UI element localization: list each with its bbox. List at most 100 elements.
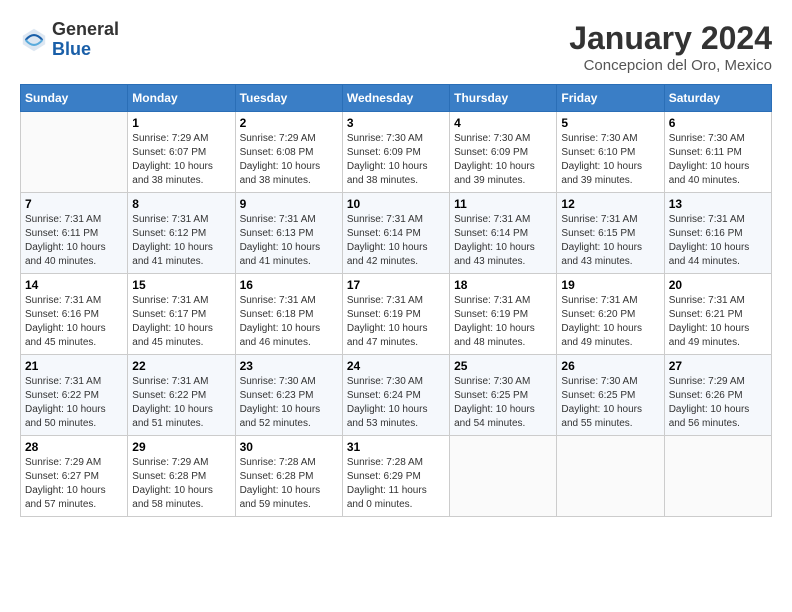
calendar-cell: 18 Sunrise: 7:31 AMSunset: 6:19 PMDayligh…: [450, 274, 557, 355]
calendar-cell: 9 Sunrise: 7:31 AMSunset: 6:13 PMDaylight…: [235, 193, 342, 274]
calendar-cell: [664, 436, 771, 517]
calendar-cell: 28 Sunrise: 7:29 AMSunset: 6:27 PMDayligh…: [21, 436, 128, 517]
calendar-cell: 23 Sunrise: 7:30 AMSunset: 6:23 PMDayligh…: [235, 355, 342, 436]
day-number: 5: [561, 116, 659, 130]
day-number: 8: [132, 197, 230, 211]
day-number: 15: [132, 278, 230, 292]
calendar-week-3: 14Sunrise: 7:31 AMSunset: 6:16 PMDayligh…: [21, 274, 772, 355]
day-info: Sunrise: 7:31 AMSunset: 6:14 PMDaylight:…: [454, 213, 552, 269]
calendar-cell: 21 Sunrise: 7:31 AMSunset: 6:22 PMDayligh…: [21, 355, 128, 436]
day-number: 4: [454, 116, 552, 130]
day-number: 2: [240, 116, 338, 130]
calendar-cell: 2Sunrise: 7:29 AMSunset: 6:08 PMDaylight…: [235, 112, 342, 193]
day-header-sunday: Sunday: [21, 85, 128, 112]
day-number: 9: [240, 197, 338, 211]
calendar-cell: 3Sunrise: 7:30 AMSunset: 6:09 PMDaylight…: [342, 112, 449, 193]
calendar-cell: [450, 436, 557, 517]
calendar-week-4: 21 Sunrise: 7:31 AMSunset: 6:22 PMDayligh…: [21, 355, 772, 436]
calendar-week-5: 28 Sunrise: 7:29 AMSunset: 6:27 PMDayligh…: [21, 436, 772, 517]
day-info: Sunrise: 7:31 AMSunset: 6:21 PMDaylight:…: [669, 294, 767, 350]
day-info: Sunrise: 7:29 AMSunset: 6:28 PMDaylight:…: [132, 456, 230, 512]
calendar-cell: 7 Sunrise: 7:31 AMSunset: 6:11 PMDaylight…: [21, 193, 128, 274]
day-info: Sunrise: 7:31 AMSunset: 6:13 PMDaylight:…: [240, 213, 338, 269]
day-number: 23: [240, 359, 338, 373]
day-header-saturday: Saturday: [664, 85, 771, 112]
day-number: 14: [25, 278, 123, 292]
calendar-cell: 11 Sunrise: 7:31 AMSunset: 6:14 PMDayligh…: [450, 193, 557, 274]
day-header-wednesday: Wednesday: [342, 85, 449, 112]
day-header-monday: Monday: [128, 85, 235, 112]
calendar-cell: 22 Sunrise: 7:31 AMSunset: 6:22 PMDayligh…: [128, 355, 235, 436]
calendar-subtitle: Concepcion del Oro, Mexico: [569, 57, 772, 74]
day-info: Sunrise: 7:28 AMSunset: 6:28 PMDaylight:…: [240, 456, 338, 512]
day-number: 22: [132, 359, 230, 373]
calendar-cell: 30 Sunrise: 7:28 AMSunset: 6:28 PMDayligh…: [235, 436, 342, 517]
day-number: 6: [669, 116, 767, 130]
day-info: Sunrise: 7:31 AMSunset: 6:17 PMDaylight:…: [132, 294, 230, 350]
day-info: Sunrise: 7:31 AMSunset: 6:15 PMDaylight:…: [561, 213, 659, 269]
day-info: Sunrise: 7:30 AMSunset: 6:11 PMDaylight:…: [669, 132, 767, 188]
day-info: Sunrise: 7:29 AMSunset: 6:07 PMDaylight:…: [132, 132, 230, 188]
day-number: 13: [669, 197, 767, 211]
calendar-cell: 24 Sunrise: 7:30 AMSunset: 6:24 PMDayligh…: [342, 355, 449, 436]
day-info: Sunrise: 7:31 AMSunset: 6:19 PMDaylight:…: [454, 294, 552, 350]
calendar-cell: [557, 436, 664, 517]
calendar-cell: 4 Sunrise: 7:30 AMSunset: 6:09 PMDaylight…: [450, 112, 557, 193]
calendar-cell: 5Sunrise: 7:30 AMSunset: 6:10 PMDaylight…: [557, 112, 664, 193]
calendar-cell: 6 Sunrise: 7:30 AMSunset: 6:11 PMDaylight…: [664, 112, 771, 193]
calendar-cell: 27 Sunrise: 7:29 AMSunset: 6:26 PMDayligh…: [664, 355, 771, 436]
calendar-cell: 20Sunrise: 7:31 AMSunset: 6:21 PMDayligh…: [664, 274, 771, 355]
calendar-cell: 19Sunrise: 7:31 AMSunset: 6:20 PMDayligh…: [557, 274, 664, 355]
day-number: 26: [561, 359, 659, 373]
day-info: Sunrise: 7:31 AMSunset: 6:14 PMDaylight:…: [347, 213, 445, 269]
day-info: Sunrise: 7:30 AMSunset: 6:25 PMDaylight:…: [454, 375, 552, 431]
day-number: 7: [25, 197, 123, 211]
title-block: January 2024 Concepcion del Oro, Mexico: [569, 20, 772, 74]
day-header-thursday: Thursday: [450, 85, 557, 112]
day-info: Sunrise: 7:30 AMSunset: 6:25 PMDaylight:…: [561, 375, 659, 431]
header: General Blue January 2024 Concepcion del…: [20, 20, 772, 74]
day-number: 31: [347, 440, 445, 454]
day-info: Sunrise: 7:29 AMSunset: 6:27 PMDaylight:…: [25, 456, 123, 512]
day-info: Sunrise: 7:30 AMSunset: 6:09 PMDaylight:…: [454, 132, 552, 188]
day-header-tuesday: Tuesday: [235, 85, 342, 112]
day-info: Sunrise: 7:31 AMSunset: 6:22 PMDaylight:…: [132, 375, 230, 431]
day-number: 21: [25, 359, 123, 373]
day-info: Sunrise: 7:30 AMSunset: 6:24 PMDaylight:…: [347, 375, 445, 431]
day-number: 30: [240, 440, 338, 454]
calendar-cell: 16Sunrise: 7:31 AMSunset: 6:18 PMDayligh…: [235, 274, 342, 355]
day-info: Sunrise: 7:31 AMSunset: 6:19 PMDaylight:…: [347, 294, 445, 350]
day-info: Sunrise: 7:31 AMSunset: 6:16 PMDaylight:…: [669, 213, 767, 269]
logo-icon: [20, 26, 48, 54]
day-number: 17: [347, 278, 445, 292]
day-number: 11: [454, 197, 552, 211]
day-info: Sunrise: 7:31 AMSunset: 6:12 PMDaylight:…: [132, 213, 230, 269]
day-info: Sunrise: 7:31 AMSunset: 6:18 PMDaylight:…: [240, 294, 338, 350]
day-number: 19: [561, 278, 659, 292]
day-number: 25: [454, 359, 552, 373]
day-number: 28: [25, 440, 123, 454]
day-info: Sunrise: 7:28 AMSunset: 6:29 PMDaylight:…: [347, 456, 445, 512]
day-info: Sunrise: 7:30 AMSunset: 6:09 PMDaylight:…: [347, 132, 445, 188]
day-number: 29: [132, 440, 230, 454]
calendar-title: January 2024: [569, 20, 772, 57]
day-number: 27: [669, 359, 767, 373]
day-number: 10: [347, 197, 445, 211]
calendar-cell: 25 Sunrise: 7:30 AMSunset: 6:25 PMDayligh…: [450, 355, 557, 436]
calendar-cell: 8 Sunrise: 7:31 AMSunset: 6:12 PMDaylight…: [128, 193, 235, 274]
day-number: 18: [454, 278, 552, 292]
day-info: Sunrise: 7:31 AMSunset: 6:22 PMDaylight:…: [25, 375, 123, 431]
calendar-cell: 10 Sunrise: 7:31 AMSunset: 6:14 PMDayligh…: [342, 193, 449, 274]
calendar-cell: 29 Sunrise: 7:29 AMSunset: 6:28 PMDayligh…: [128, 436, 235, 517]
calendar-cell: 14Sunrise: 7:31 AMSunset: 6:16 PMDayligh…: [21, 274, 128, 355]
day-number: 1: [132, 116, 230, 130]
day-info: Sunrise: 7:31 AMSunset: 6:11 PMDaylight:…: [25, 213, 123, 269]
calendar-cell: 13 Sunrise: 7:31 AMSunset: 6:16 PMDayligh…: [664, 193, 771, 274]
day-info: Sunrise: 7:30 AMSunset: 6:23 PMDaylight:…: [240, 375, 338, 431]
logo: General Blue: [20, 20, 119, 60]
day-number: 24: [347, 359, 445, 373]
day-header-friday: Friday: [557, 85, 664, 112]
day-info: Sunrise: 7:29 AMSunset: 6:26 PMDaylight:…: [669, 375, 767, 431]
calendar-cell: 17 Sunrise: 7:31 AMSunset: 6:19 PMDayligh…: [342, 274, 449, 355]
calendar-cell: [21, 112, 128, 193]
